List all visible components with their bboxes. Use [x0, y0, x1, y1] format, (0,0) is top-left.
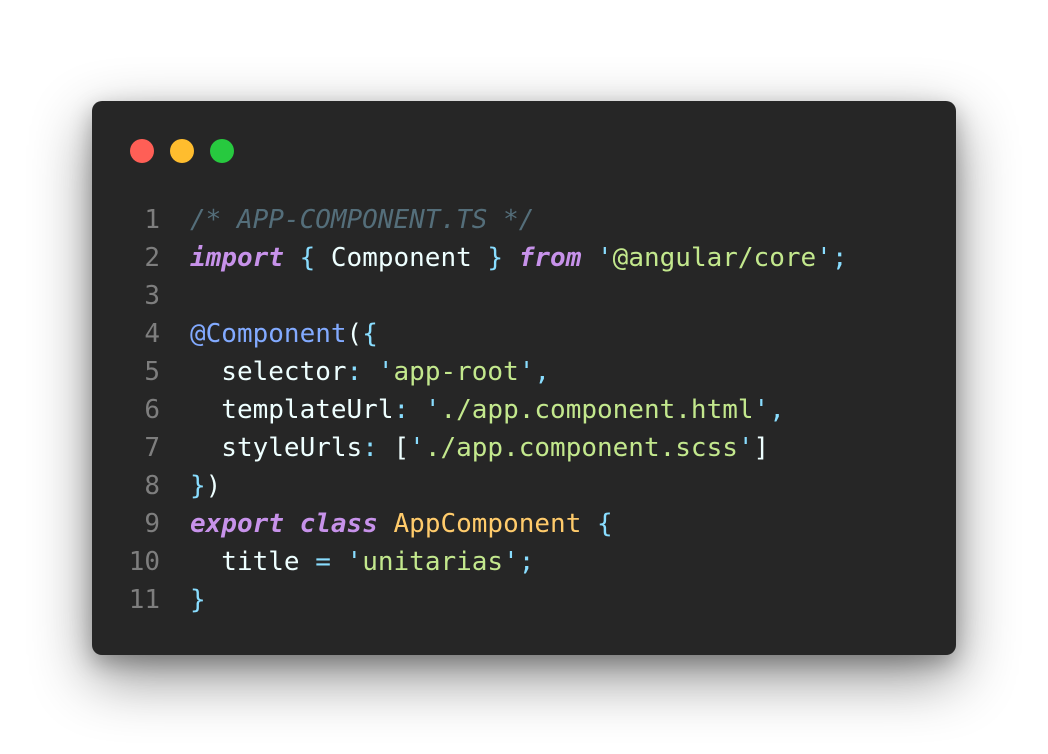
code-token-keyword: export [190, 509, 284, 539]
code-token-punctuation: } [190, 471, 206, 501]
line-number: 2 [144, 243, 160, 273]
code-token-punctuation: ' [346, 547, 363, 577]
code-token-string: ./app.component.html [440, 395, 754, 425]
code-token-plain: Component [315, 243, 488, 273]
line-number: 6 [144, 395, 160, 425]
code-line: 7 styleUrls: ['./app.component.scss'] [92, 429, 956, 467]
code-token-punctuation: { [362, 319, 378, 349]
code-token-keyword: import [190, 243, 284, 273]
code-token-punctuation: = [315, 547, 331, 577]
code-token-punctuation: ' [816, 243, 832, 273]
code-line: 6 templateUrl: './app.component.html', [92, 391, 956, 429]
code-token-punctuation: ' [377, 357, 394, 387]
line-number: 4 [144, 319, 160, 349]
line-number: 7 [144, 433, 160, 463]
line-content: styleUrls: ['./app.component.scss'] [160, 429, 956, 467]
line-number: 5 [144, 357, 160, 387]
code-token-punctuation: ' [518, 357, 535, 387]
line-number: 1 [144, 205, 160, 235]
code-token-punctuation: } [190, 585, 206, 615]
code-window: 1/* APP-COMPONENT.TS */2 import { Compone… [92, 101, 956, 655]
code-line: 2 import { Component } from '@angular/cor… [92, 239, 956, 277]
code-token-plain: selector [190, 357, 347, 387]
code-token-punctuation: { [597, 509, 613, 539]
code-token-plain: templateUrl [190, 395, 394, 425]
line-content: selector: 'app-root', [160, 353, 956, 391]
code-token-plain: ( [346, 319, 363, 349]
code-line: 4 @Component({ [92, 315, 956, 353]
code-token-class: AppComponent [393, 509, 582, 539]
code-line: 11} [92, 581, 956, 619]
code-token-punctuation: : [362, 433, 378, 463]
minimize-button[interactable] [170, 139, 194, 163]
window-controls [130, 139, 234, 163]
line-content: @Component({ [160, 315, 956, 353]
code-token-string: app-root [393, 357, 519, 387]
line-content: }) [160, 467, 956, 505]
code-token-punctuation: ' [424, 395, 441, 425]
code-line: 9 export class AppComponent { [92, 505, 956, 543]
code-token-punctuation: : [393, 395, 410, 425]
line-number: 3 [144, 281, 160, 311]
code-token-punctuation: ' [409, 433, 425, 463]
code-token-punctuation: ' [597, 243, 613, 273]
code-token-punctuation: ; [518, 547, 535, 577]
code-token-keyword: from [518, 243, 582, 273]
code-token-plain: ) [205, 471, 222, 501]
line-number: 9 [144, 509, 160, 539]
line-content: import { Component } from '@angular/core… [160, 239, 956, 277]
code-token-plain: ] [753, 433, 770, 463]
code-line: 5 selector: 'app-root', [92, 353, 956, 391]
code-line: 10 title = 'unitarias'; [92, 543, 956, 581]
code-line: 8}) [92, 467, 956, 505]
line-content: /* APP-COMPONENT.TS */ [160, 201, 956, 239]
code-token-punctuation: , [534, 357, 551, 387]
code-token-punctuation: ' [737, 433, 754, 463]
code-editor: 1/* APP-COMPONENT.TS */2 import { Compone… [92, 201, 956, 619]
code-token-plain: title [190, 547, 316, 577]
code-token-comment: /* APP-COMPONENT.TS */ [190, 205, 535, 235]
line-content: } [160, 581, 956, 619]
code-token-string: ./app.component.scss [424, 433, 738, 463]
maximize-button[interactable] [210, 139, 234, 163]
line-content: export class AppComponent { [160, 505, 956, 543]
code-token-punctuation: { [299, 243, 316, 273]
code-line: 1 /* APP-COMPONENT.TS */ [92, 201, 956, 239]
code-token-punctuation: ; [831, 243, 848, 273]
code-token-decorator: @Component [190, 319, 347, 349]
line-content: templateUrl: './app.component.html', [160, 391, 956, 429]
code-token-punctuation: ' [753, 395, 770, 425]
line-number: 10 [128, 547, 160, 577]
line-content [160, 277, 956, 315]
code-token-keyword: class [299, 509, 378, 539]
code-line: 3 [92, 277, 956, 315]
close-button[interactable] [130, 139, 154, 163]
code-token-plain: styleUrls [190, 433, 363, 463]
code-token-string: unitarias [362, 547, 504, 577]
code-token-punctuation: : [346, 357, 363, 387]
line-number: 11 [128, 585, 160, 615]
code-token-plain: [ [377, 433, 410, 463]
line-number: 8 [144, 471, 160, 501]
code-token-punctuation: , [769, 395, 785, 425]
code-token-punctuation: ' [503, 547, 519, 577]
code-token-string: @angular/core [612, 243, 817, 273]
code-token-punctuation: } [487, 243, 504, 273]
line-content: title = 'unitarias'; [160, 543, 956, 581]
